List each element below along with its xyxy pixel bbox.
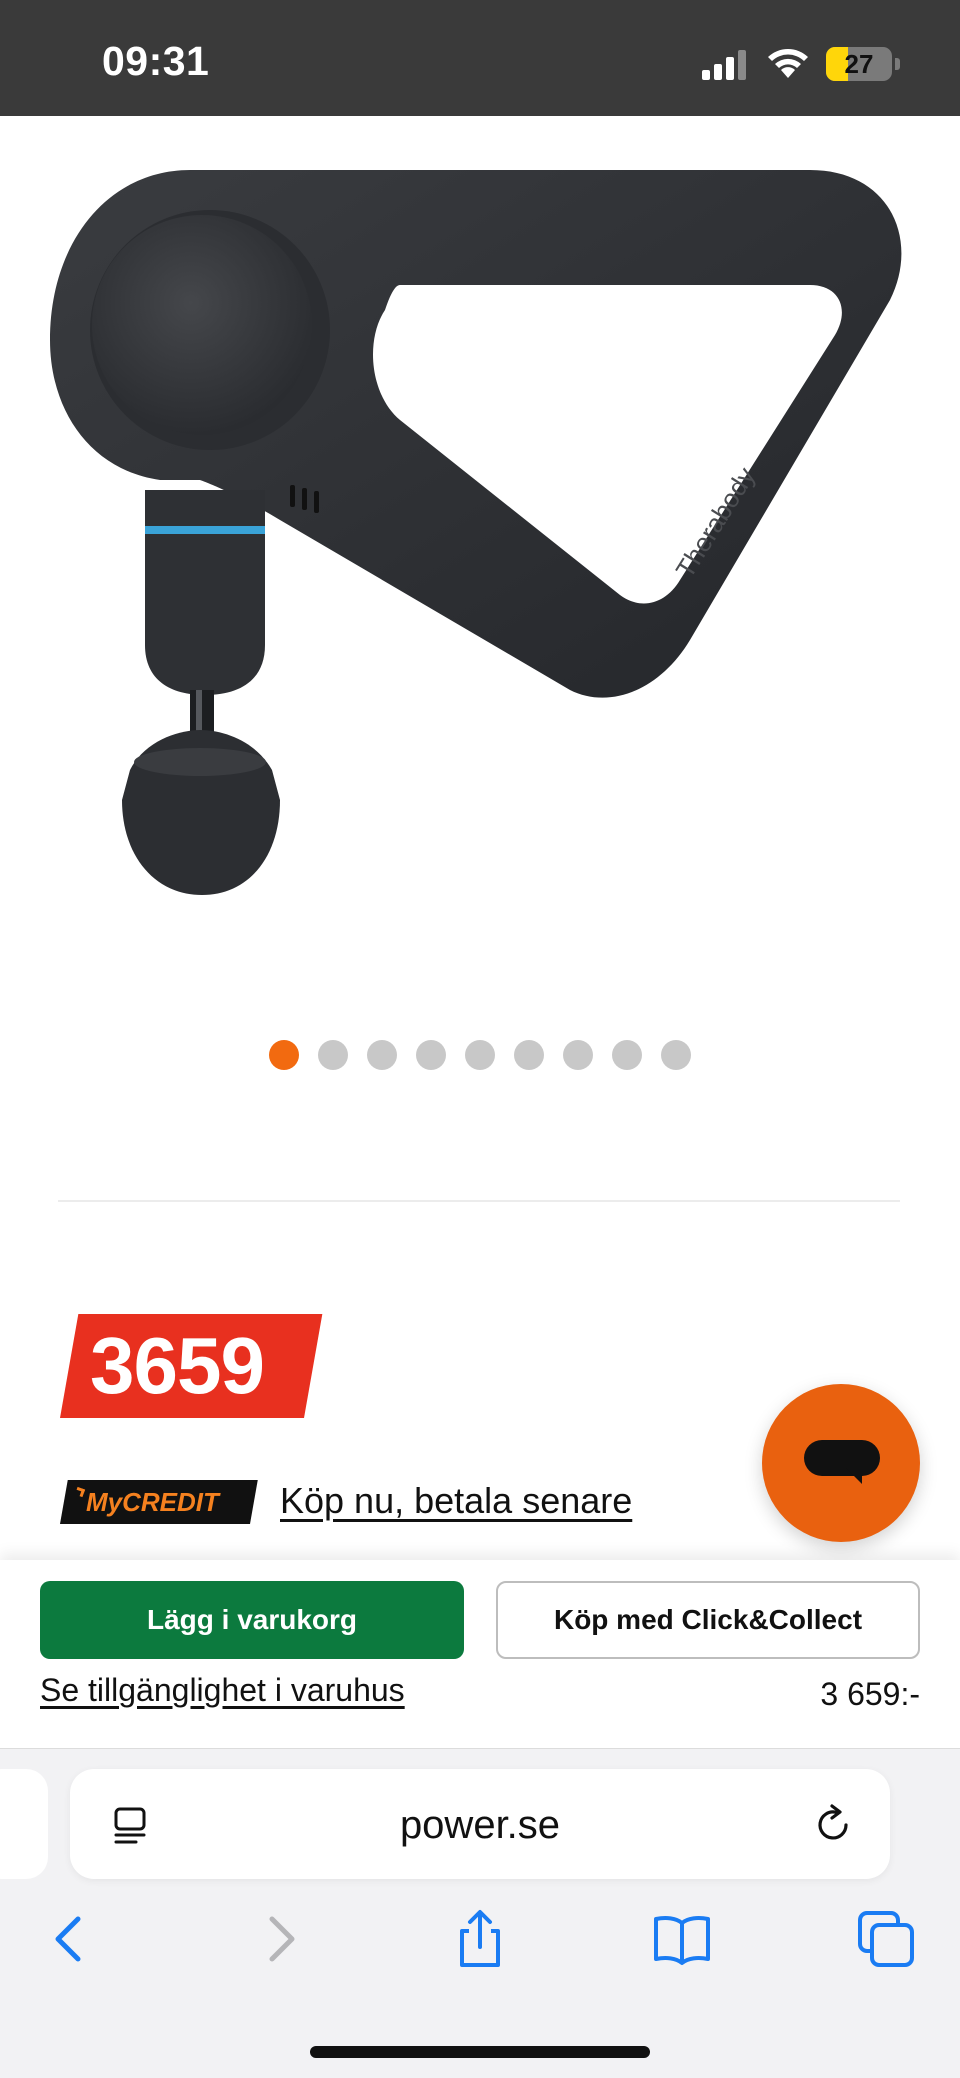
url-text: power.se <box>399 1803 561 1847</box>
carousel-dot[interactable] <box>514 1040 544 1070</box>
price-amount: 3659 <box>90 1321 265 1410</box>
wifi-icon <box>768 49 808 78</box>
chat-icon <box>804 1440 880 1476</box>
mycredit-logo-text: MyCREDIT <box>86 1487 219 1517</box>
browser-toolbar: power.se <box>0 1748 960 2078</box>
carousel-dot[interactable] <box>367 1040 397 1070</box>
reload-icon[interactable] <box>812 1803 856 1847</box>
carousel-dot[interactable] <box>661 1040 691 1070</box>
back-icon[interactable] <box>40 1909 100 1969</box>
store-availability-link[interactable]: Se tillgänglighet i varuhus <box>40 1672 405 1709</box>
forward-icon[interactable] <box>250 1909 310 1969</box>
massage-gun-image[interactable]: Therabody <box>50 150 910 930</box>
carousel-dot[interactable] <box>318 1040 348 1070</box>
carousel-dots[interactable] <box>0 1040 960 1072</box>
add-to-cart-button[interactable]: Lägg i varukorg <box>40 1581 464 1659</box>
bar-price: 3 659:- <box>820 1676 920 1712</box>
carousel-dot[interactable] <box>269 1040 299 1070</box>
previous-tab-preview[interactable] <box>0 1769 48 1879</box>
carousel-dot[interactable] <box>612 1040 642 1070</box>
click-and-collect-button[interactable]: Köp med Click&Collect <box>496 1581 920 1659</box>
purchase-bar: Lägg i varukorg Köp med Click&Collect Se… <box>0 1560 960 1748</box>
status-icons: 27 <box>702 44 900 84</box>
cellular-signal-icon <box>702 50 746 80</box>
carousel-dot[interactable] <box>465 1040 495 1070</box>
battery-level: 27 <box>844 49 874 79</box>
share-icon[interactable] <box>450 1909 510 1969</box>
chat-button[interactable] <box>762 1384 920 1542</box>
price-badge: 3659 <box>60 1314 323 1418</box>
bookmarks-icon[interactable] <box>652 1909 712 1969</box>
buy-now-pay-later-link[interactable]: Köp nu, betala senare <box>280 1480 632 1522</box>
status-bar: 09:31 27 <box>0 0 960 116</box>
divider <box>58 1200 900 1202</box>
carousel-dot[interactable] <box>416 1040 446 1070</box>
battery-nub <box>895 58 900 70</box>
chat-icon-tail <box>846 1468 862 1484</box>
carousel-dot[interactable] <box>563 1040 593 1070</box>
battery-icon: 27 <box>826 47 892 81</box>
mycredit-logo: MyCREDIT <box>60 1480 258 1524</box>
tabs-icon[interactable] <box>856 1909 916 1969</box>
home-indicator[interactable] <box>310 2046 650 2058</box>
status-time: 09:31 <box>102 38 210 84</box>
address-bar[interactable]: power.se <box>70 1769 890 1879</box>
